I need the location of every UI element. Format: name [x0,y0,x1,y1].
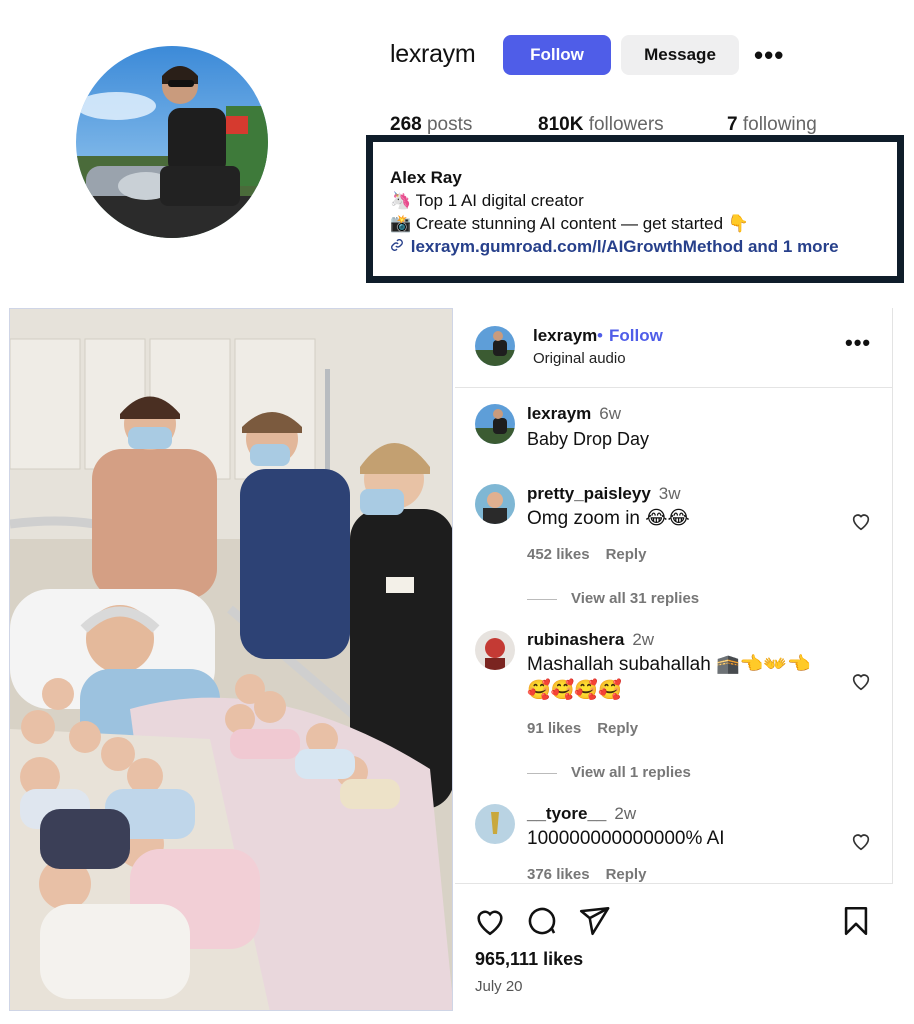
following-label: following [742,114,817,135]
bio-line-2: 📸 Create stunning AI content — get start… [390,214,749,233]
post-follow-link[interactable]: Follow [609,326,663,346]
comment-likes[interactable]: 91 likes [527,720,581,737]
post-author-username[interactable]: lexraym [533,326,597,346]
reply-button[interactable]: Reply [606,546,647,563]
followers-label: followers [588,114,664,135]
heart-icon[interactable] [850,830,872,852]
bookmark-icon[interactable] [839,904,873,938]
view-replies-label: View all 31 replies [571,590,700,607]
comment-time: 2w [632,630,655,649]
heart-icon[interactable] [850,510,872,532]
post-audio-label[interactable]: Original audio [533,350,626,367]
comment-avatar[interactable] [475,630,515,670]
view-replies-label: View all 1 replies [571,764,691,781]
comment-time: 3w [658,484,681,503]
replies-divider [527,598,557,600]
post-image[interactable] [9,308,453,1011]
message-button[interactable]: Message [621,35,739,75]
post-likes-count[interactable]: 965,111 likes [475,949,583,970]
reply-button[interactable]: Reply [597,720,638,737]
comment-username[interactable]: pretty_paisleyy 3w [527,484,681,504]
comment-likes[interactable]: 452 likes [527,546,590,563]
more-options-icon[interactable]: ••• [754,40,784,71]
posts-stat: 268 posts [390,114,472,136]
view-replies-button[interactable]: View all 1 replies [527,764,691,781]
post-more-icon[interactable]: ••• [845,330,871,356]
comment-username[interactable]: __tyore__ 2w [527,804,636,824]
bio-name: Alex Ray [390,168,462,187]
comment-username-text: __tyore__ [527,804,607,823]
comment-time: 2w [614,804,637,823]
comment-text: Mashallah subahallah 🕋👈👐👈 🥰🥰🥰🥰 [527,654,811,701]
followers-stat[interactable]: 810K followers [538,114,664,136]
posts-label: posts [426,114,473,135]
followers-count: 810K [538,114,584,135]
replies-divider [527,772,557,774]
follow-button[interactable]: Follow [503,35,611,75]
post-author-avatar[interactable] [475,326,515,366]
following-count: 7 [727,114,738,135]
comment-icon[interactable] [525,904,559,938]
separator-dot: • [597,326,603,345]
bio-link[interactable]: lexraym.gumroad.com/l/AIGrowthMethod and… [390,235,839,258]
caption-username[interactable]: lexraym 6w [527,404,621,424]
caption-username-text: lexraym [527,404,592,423]
post-header: lexraym • Follow Original audio ••• [455,308,893,388]
caption-avatar[interactable] [475,404,515,444]
share-icon[interactable] [577,904,611,938]
view-replies-button[interactable]: View all 31 replies [527,590,699,607]
reply-button[interactable]: Reply [606,866,647,883]
profile-avatar[interactable] [76,46,268,238]
heart-icon[interactable] [473,904,507,938]
post-actions: 965,111 likes July 20 [455,883,893,1011]
comment-text: 100000000000000% AI [527,828,725,849]
comment-username[interactable]: rubinashera 2w [527,630,654,650]
comment-username-text: pretty_paisleyy [527,484,651,503]
caption-text: Baby Drop Day [527,429,650,449]
caption-time: 6w [599,404,622,423]
comment-username-text: rubinashera [527,630,625,649]
comment-meta: 452 likes Reply [527,546,646,563]
bio-line-1: 🦄 Top 1 AI digital creator [390,191,584,210]
post-panel: lexraym • Follow Original audio ••• lexr… [455,308,893,1011]
bio-link-text: lexraym.gumroad.com/l/AIGrowthMethod and… [410,237,839,256]
comment-avatar[interactable] [475,804,515,844]
comment-avatar[interactable] [475,484,515,524]
link-icon [390,235,406,258]
comment-text: Omg zoom in 😂😂 [527,508,690,529]
comment-meta: 91 likes Reply [527,720,638,737]
comment-meta: 376 likes Reply [527,866,646,883]
profile-username: lexraym [390,40,476,68]
heart-icon[interactable] [850,670,872,692]
posts-count: 268 [390,114,422,135]
following-stat[interactable]: 7 following [727,114,817,136]
comment-likes[interactable]: 376 likes [527,866,590,883]
profile-bio: Alex Ray 🦄 Top 1 AI digital creator 📸 Cr… [390,166,839,258]
post-date: July 20 [475,978,523,995]
